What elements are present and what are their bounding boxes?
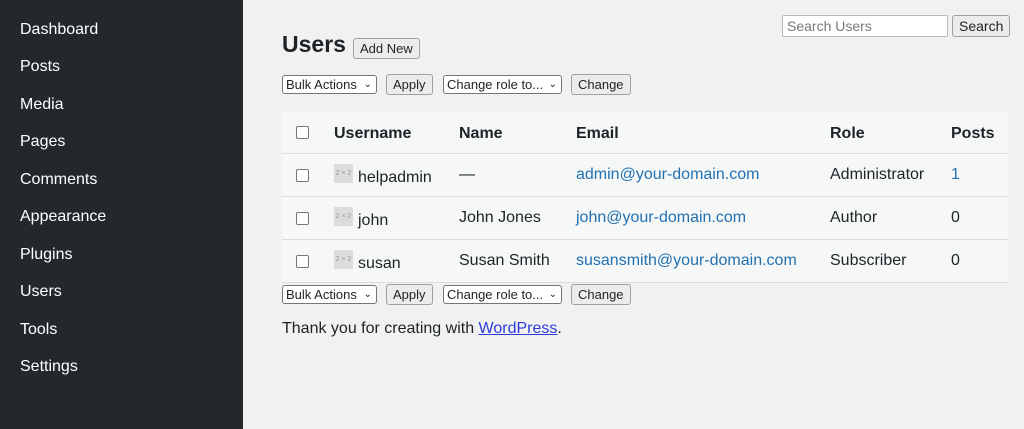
footer-suffix: . <box>557 320 562 337</box>
change-button-bottom[interactable]: Change <box>571 284 631 305</box>
select-all-checkbox[interactable] <box>296 126 309 139</box>
bulk-actions-select-top[interactable]: Bulk Actions ⌄ <box>282 75 377 94</box>
role-cell: Administrator <box>830 166 925 183</box>
change-role-select-top-value: Change role to... <box>447 77 544 92</box>
avatar: 2 × 2 <box>334 207 353 226</box>
sidebar-item-tools[interactable]: Tools <box>20 320 57 340</box>
chevron-down-icon: ⌄ <box>363 79 372 90</box>
role-cell: Subscriber <box>830 252 907 269</box>
page-title: Users <box>282 31 346 57</box>
column-username[interactable]: Username <box>334 125 411 143</box>
posts-count: 0 <box>951 209 960 226</box>
search-button[interactable]: Search <box>952 15 1011 37</box>
posts-count: 0 <box>951 252 960 269</box>
email-link[interactable]: admin@your-domain.com <box>576 166 759 184</box>
sidebar-item-posts[interactable]: Posts <box>20 57 60 77</box>
row-checkbox[interactable] <box>296 212 309 225</box>
change-role-select-bottom[interactable]: Change role to... ⌄ <box>443 285 562 304</box>
chevron-down-icon: ⌄ <box>363 289 372 300</box>
posts-count-link[interactable]: 1 <box>951 166 960 184</box>
sidebar-item-media[interactable]: Media <box>20 95 64 115</box>
column-name[interactable]: Name <box>459 125 503 143</box>
change-role-select-bottom-value: Change role to... <box>447 287 544 302</box>
chevron-down-icon: ⌄ <box>548 289 557 300</box>
users-table: Username Name Email Role Posts 2 × 2 hel… <box>282 112 1008 283</box>
sidebar-item-pages[interactable]: Pages <box>20 132 65 152</box>
wordpress-link[interactable]: WordPress <box>479 320 558 337</box>
row-checkbox[interactable] <box>296 169 309 182</box>
column-email[interactable]: Email <box>576 125 619 143</box>
column-posts[interactable]: Posts <box>951 125 995 143</box>
sidebar-item-appearance[interactable]: Appearance <box>20 207 106 227</box>
column-role: Role <box>830 125 865 142</box>
sidebar-item-settings[interactable]: Settings <box>20 357 78 377</box>
name-cell: John Jones <box>459 209 541 226</box>
add-new-button[interactable]: Add New <box>353 38 420 59</box>
avatar: 2 × 2 <box>334 250 353 269</box>
table-row: 2 × 2 john John Jones john@your-domain.c… <box>282 197 1008 240</box>
sidebar-item-plugins[interactable]: Plugins <box>20 245 72 265</box>
email-link[interactable]: john@your-domain.com <box>576 209 746 227</box>
change-button-top[interactable]: Change <box>571 74 631 95</box>
sidebar-item-dashboard[interactable]: Dashboard <box>20 20 98 40</box>
bulk-actions-select-bottom-value: Bulk Actions <box>286 287 357 302</box>
username-link[interactable]: john <box>358 212 388 230</box>
table-row: 2 × 2 helpadmin — admin@your-domain.com … <box>282 154 1008 197</box>
footer-thanks: Thank you for creating with <box>282 320 479 337</box>
footer-text: Thank you for creating with WordPress. <box>282 320 562 338</box>
table-row: 2 × 2 susan Susan Smith susansmith@your-… <box>282 240 1008 283</box>
name-cell: — <box>459 166 475 183</box>
bulk-actions-select-top-value: Bulk Actions <box>286 77 357 92</box>
apply-button-top[interactable]: Apply <box>386 74 433 95</box>
sidebar-item-users[interactable]: Users <box>20 282 62 302</box>
username-link[interactable]: helpadmin <box>358 169 432 187</box>
name-cell: Susan Smith <box>459 252 550 269</box>
search-input[interactable] <box>782 15 948 37</box>
avatar: 2 × 2 <box>334 164 353 183</box>
table-header: Username Name Email Role Posts <box>282 112 1008 154</box>
row-checkbox[interactable] <box>296 255 309 268</box>
change-role-select-top[interactable]: Change role to... ⌄ <box>443 75 562 94</box>
main-content: Search Users Add New Bulk Actions ⌄ Appl… <box>243 0 1024 429</box>
chevron-down-icon: ⌄ <box>548 79 557 90</box>
email-link[interactable]: susansmith@your-domain.com <box>576 252 797 270</box>
apply-button-bottom[interactable]: Apply <box>386 284 433 305</box>
admin-sidebar: Dashboard Posts Media Pages Comments App… <box>0 0 243 429</box>
bulk-actions-select-bottom[interactable]: Bulk Actions ⌄ <box>282 285 377 304</box>
username-link[interactable]: susan <box>358 255 401 273</box>
role-cell: Author <box>830 209 878 226</box>
sidebar-item-comments[interactable]: Comments <box>20 170 97 190</box>
